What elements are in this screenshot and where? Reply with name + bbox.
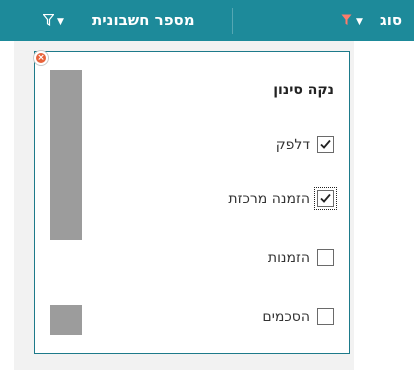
checkmark-icon — [320, 193, 331, 203]
filter-option-central-order[interactable]: הזמנה מרכזת — [114, 187, 337, 212]
checkbox[interactable] — [317, 308, 334, 325]
column-header-account-number[interactable]: מספר חשבונית — [92, 0, 195, 41]
filter-option-agreements[interactable]: הסכמים — [174, 306, 334, 330]
option-label: הזמנות — [267, 250, 310, 266]
clear-filter-link[interactable]: נקה סינון — [273, 82, 334, 98]
close-button[interactable]: × — [33, 50, 49, 66]
checkmark-icon — [320, 139, 331, 149]
checkbox[interactable] — [317, 136, 334, 153]
scrollbar-thumb[interactable] — [50, 70, 82, 240]
chevron-down-icon[interactable]: ▼ — [57, 18, 64, 27]
option-label: הסכמים — [262, 309, 310, 325]
checkbox[interactable] — [317, 249, 334, 266]
checkbox[interactable] — [314, 187, 337, 210]
option-label: הזמנה מרכזת — [228, 191, 310, 207]
funnel-filter-icon[interactable] — [341, 14, 352, 26]
chevron-down-icon[interactable]: ▼ — [356, 18, 363, 27]
column-divider — [232, 8, 233, 34]
close-icon: × — [36, 53, 46, 63]
column-header-type[interactable]: סוג — [380, 0, 402, 41]
filter-option-orders[interactable]: הזמנות — [174, 247, 334, 271]
filter-option-counter[interactable]: דלפק — [174, 134, 334, 158]
option-label: דלפק — [275, 137, 310, 153]
funnel-filter-icon[interactable] — [43, 14, 54, 26]
scrollbar-thumb-secondary[interactable] — [50, 305, 82, 335]
